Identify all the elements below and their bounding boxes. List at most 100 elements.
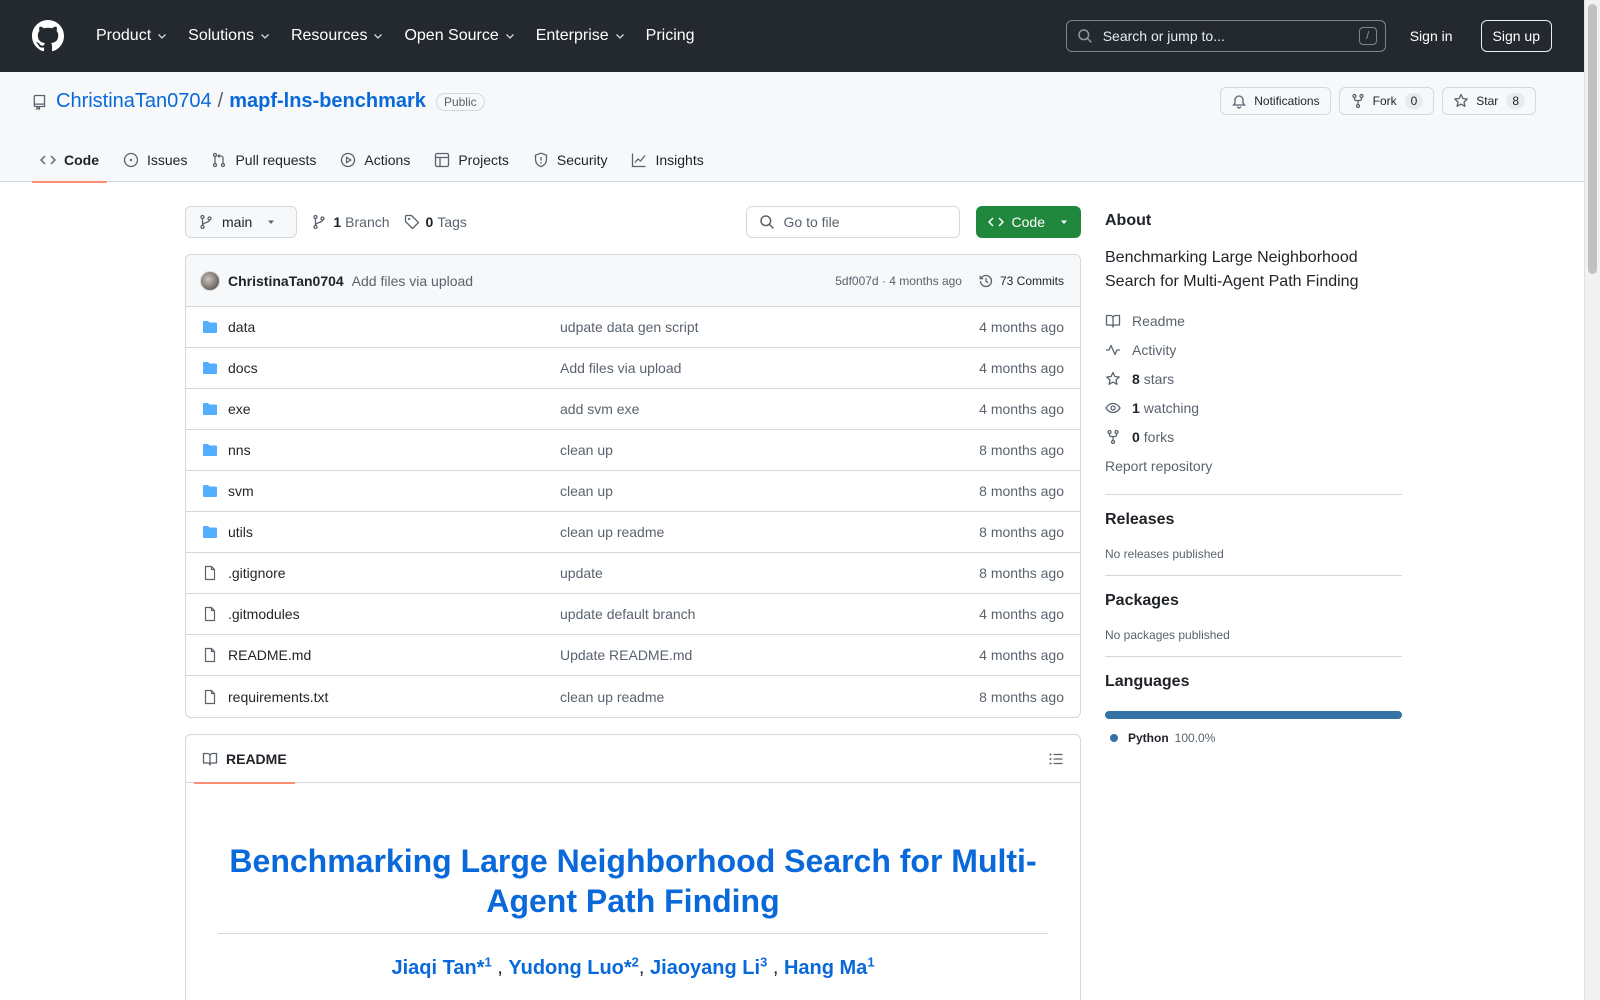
fork-button[interactable]: Fork 0 (1338, 87, 1435, 115)
list-unordered-icon[interactable] (1048, 751, 1064, 767)
file-commit-link[interactable]: update default branch (560, 606, 979, 622)
file-name-link[interactable]: exe (228, 401, 560, 417)
forks-link[interactable]: 0 forks (1105, 422, 1402, 451)
file-commit-link[interactable]: udpate data gen script (560, 319, 979, 335)
author-link[interactable]: Yudong Luo*2 (508, 954, 639, 979)
tab-pull-requests[interactable]: Pull requests (203, 138, 324, 182)
notifications-label: Notifications (1254, 94, 1320, 108)
search-shortcut-key: / (1358, 27, 1377, 45)
author-link[interactable]: Jiaoyang Li3 (650, 954, 767, 979)
language-item[interactable]: Python 100.0% (1105, 731, 1402, 745)
author-link[interactable]: Jiaqi Tan*1 (391, 954, 491, 979)
commits-history-link[interactable]: 73 Commits (978, 273, 1064, 289)
file-age: 4 months ago (979, 319, 1064, 335)
activity-link[interactable]: Activity (1105, 335, 1402, 364)
file-commit-link[interactable]: clean up readme (560, 689, 979, 705)
tab-actions[interactable]: Actions (332, 138, 418, 182)
file-commit-link[interactable]: update (560, 565, 979, 581)
nav-open-source[interactable]: Open Source (396, 21, 523, 51)
nav-product[interactable]: Product (88, 21, 176, 51)
file-commit-link[interactable]: clean up (560, 442, 979, 458)
tag-icon (404, 214, 419, 230)
file-row[interactable]: README.md Update README.md 4 months ago (186, 635, 1080, 676)
file-age: 4 months ago (979, 401, 1064, 417)
watching-link[interactable]: 1 watching (1105, 393, 1402, 422)
tab-insights[interactable]: Insights (623, 138, 711, 182)
nav-solutions[interactable]: Solutions (180, 21, 279, 51)
tab-issues-label: Issues (147, 152, 188, 168)
go-to-file-input[interactable]: Go to file (745, 206, 960, 238)
github-logo-icon[interactable] (32, 20, 64, 52)
commit-author-link[interactable]: ChristinaTan0704 (228, 273, 344, 289)
file-commit-link[interactable]: Add files via upload (560, 360, 979, 376)
commit-sha-and-time[interactable]: 5df007d · 4 months ago (835, 274, 962, 288)
file-name-link[interactable]: data (228, 319, 560, 335)
page-scrollbar[interactable] (1584, 0, 1600, 1000)
file-toolbar: main 1 Branch 0 Tags Go to file Code (185, 206, 1081, 238)
chevron-down-icon (505, 34, 514, 39)
avatar[interactable] (200, 270, 220, 291)
tab-projects[interactable]: Projects (426, 138, 517, 182)
repo-name-link[interactable]: mapf-lns-benchmark (229, 90, 426, 113)
file-row[interactable]: exe add svm exe 4 months ago (186, 389, 1080, 430)
chevron-down-icon (374, 34, 383, 39)
file-name-link[interactable]: .gitignore (228, 565, 560, 581)
branch-select-button[interactable]: main (185, 206, 298, 238)
tags-link[interactable]: 0 Tags (404, 214, 467, 230)
packages-heading[interactable]: Packages (1105, 592, 1402, 610)
nav-pricing[interactable]: Pricing (638, 21, 703, 51)
file-commit-link[interactable]: add svm exe (560, 401, 979, 417)
repo-owner-link[interactable]: ChristinaTan0704 (56, 90, 212, 113)
file-commit-link[interactable]: clean up readme (560, 524, 979, 540)
tab-issues[interactable]: Issues (115, 138, 195, 182)
global-search-input[interactable]: Search or jump to... / (1065, 20, 1386, 52)
notifications-button[interactable]: Notifications (1220, 87, 1331, 115)
file-icon (204, 606, 216, 622)
file-name-link[interactable]: README.md (228, 647, 560, 663)
scrollbar-thumb[interactable] (1588, 4, 1597, 274)
pulse-icon (1106, 344, 1120, 355)
file-row[interactable]: .gitignore update 8 months ago (186, 553, 1080, 594)
sign-in-link[interactable]: Sign in (1410, 22, 1453, 50)
file-name-link[interactable]: requirements.txt (228, 689, 560, 705)
star-count: 8 (1506, 93, 1525, 109)
sign-up-button[interactable]: Sign up (1480, 20, 1552, 52)
tab-security[interactable]: Security (525, 138, 616, 182)
file-name-link[interactable]: nns (228, 442, 560, 458)
file-commit-link[interactable]: Update README.md (560, 647, 979, 663)
readme-link[interactable]: Readme (1105, 306, 1402, 335)
branch-name: main (222, 214, 253, 230)
file-row[interactable]: nns clean up 8 months ago (186, 430, 1080, 471)
stars-link[interactable]: 8 stars (1105, 364, 1402, 393)
star-button[interactable]: Star 8 (1442, 87, 1536, 115)
author-link[interactable]: Hang Ma1 (784, 954, 875, 979)
author-separator: , (767, 956, 784, 979)
nav-resources[interactable]: Resources (283, 21, 392, 51)
code-dropdown-button[interactable]: Code (975, 206, 1081, 238)
releases-heading[interactable]: Releases (1105, 511, 1402, 529)
releases-note: No releases published (1105, 547, 1224, 561)
file-row[interactable]: utils clean up readme 8 months ago (186, 512, 1080, 553)
repo-forked-icon (1351, 93, 1364, 109)
file-name-link[interactable]: .gitmodules (228, 606, 560, 622)
file-row[interactable]: .gitmodules update default branch 4 mont… (186, 594, 1080, 635)
commit-message-link[interactable]: Add files via upload (352, 273, 473, 289)
file-name-link[interactable]: utils (228, 524, 560, 540)
nav-enterprise[interactable]: Enterprise (528, 21, 634, 51)
file-name-link[interactable]: svm (228, 483, 560, 499)
tab-code[interactable]: Code (32, 138, 107, 183)
folder-icon (203, 444, 217, 456)
readme-title-link[interactable]: Benchmarking Large Neighborhood Search f… (218, 841, 1048, 934)
branches-link[interactable]: 1 Branch (311, 214, 390, 230)
file-name-link[interactable]: docs (228, 360, 560, 376)
readme-tab[interactable]: README (194, 735, 295, 784)
languages-heading: Languages (1105, 673, 1190, 690)
readme-link-label: Readme (1132, 312, 1185, 329)
file-row[interactable]: docs Add files via upload 4 months ago (186, 348, 1080, 389)
file-row[interactable]: requirements.txt clean up readme 8 month… (186, 676, 1080, 717)
code-icon (987, 217, 1004, 227)
file-commit-link[interactable]: clean up (560, 483, 979, 499)
file-row[interactable]: svm clean up 8 months ago (186, 471, 1080, 512)
file-row[interactable]: data udpate data gen script 4 months ago (186, 307, 1080, 348)
report-repository-link[interactable]: Report repository (1105, 451, 1402, 480)
